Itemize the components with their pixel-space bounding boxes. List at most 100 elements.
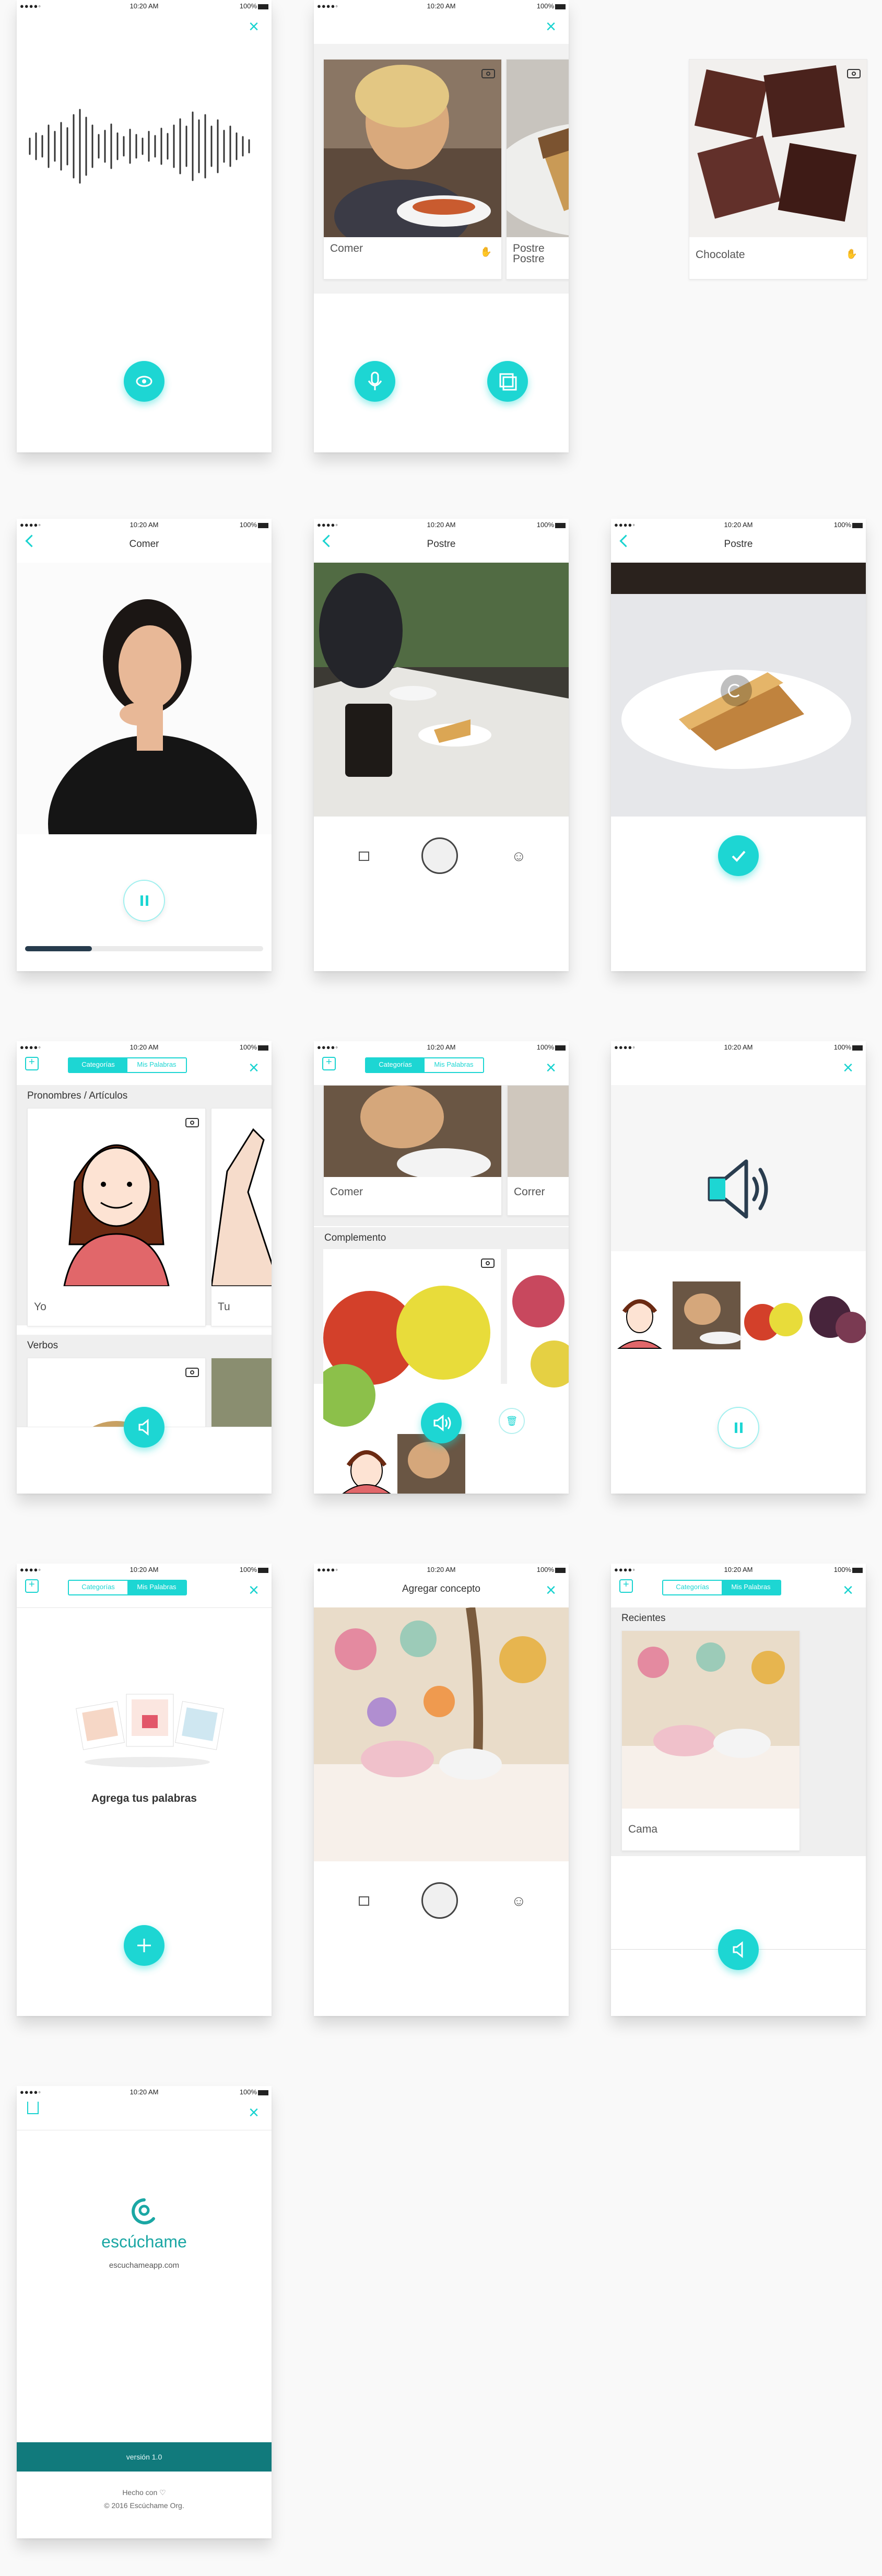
- shutter-button[interactable]: [421, 837, 458, 874]
- tab-categorias[interactable]: Categorías: [663, 1581, 722, 1594]
- card-image: [689, 60, 867, 237]
- camera-icon[interactable]: [847, 69, 861, 78]
- screen-categories: ●●●●◦10:20 AM100% Categorías Mis Palabra…: [17, 1041, 272, 1494]
- word-card-cama[interactable]: Cama: [621, 1630, 800, 1851]
- share-icon[interactable]: [27, 2102, 39, 2114]
- close-icon[interactable]: ×: [249, 1581, 259, 1599]
- close-icon[interactable]: ×: [249, 18, 259, 36]
- pause-icon: [735, 1423, 743, 1433]
- add-word-icon[interactable]: [619, 1579, 633, 1593]
- battery-indicator: 100%: [240, 2, 268, 10]
- card-image: [324, 60, 501, 237]
- card-label: Cama: [628, 1823, 658, 1835]
- card-label: Comer: [330, 242, 363, 254]
- apples-image: [323, 1249, 501, 1427]
- segmented-tabs[interactable]: Categorías Mis Palabras: [68, 1057, 187, 1073]
- sentence-strip: [611, 1280, 866, 1354]
- gallery-icon[interactable]: [359, 852, 369, 861]
- close-icon[interactable]: ×: [249, 1059, 259, 1077]
- tab-categorias[interactable]: Categorías: [69, 1058, 127, 1072]
- close-icon[interactable]: ×: [546, 1581, 556, 1599]
- speaker-icon: [708, 1159, 768, 1219]
- nav-title: Postre: [427, 539, 456, 550]
- waveform: [29, 109, 250, 184]
- add-word-icon[interactable]: [322, 1056, 336, 1070]
- card-label: Tu: [218, 1301, 230, 1313]
- tab-mis-palabras[interactable]: Mis Palabras: [127, 1581, 186, 1594]
- nav-title: Comer: [129, 539, 159, 550]
- segmented-tabs[interactable]: Categorías Mis Palabras: [68, 1580, 187, 1595]
- view-button[interactable]: [124, 361, 164, 402]
- rotate-icon[interactable]: [728, 684, 742, 697]
- word-card-yo[interactable]: Yo: [27, 1108, 206, 1326]
- segmented-tabs[interactable]: Categorías Mis Palabras: [365, 1057, 484, 1073]
- add-word-icon[interactable]: [25, 1056, 39, 1070]
- pause-button[interactable]: [718, 1407, 759, 1449]
- close-icon[interactable]: ×: [546, 1059, 556, 1077]
- add-button[interactable]: [124, 1925, 164, 1966]
- screen-word-grid: ●●●●◦ 10:20 AM 100% × Comer ✋ Postre Pos…: [314, 0, 569, 452]
- empty-state-illustration: [76, 1694, 224, 1767]
- screen-confirm-postre: ●●●●◦ 10:20 AM 100% Postre: [611, 519, 866, 971]
- tab-mis-palabras[interactable]: Mis Palabras: [425, 1058, 483, 1072]
- confirm-button[interactable]: [718, 835, 759, 876]
- gallery-button[interactable]: [487, 361, 528, 402]
- sign-video: [17, 563, 272, 834]
- version-bar: versión 1.0: [17, 2442, 272, 2472]
- trash-icon[interactable]: 🗑: [499, 1408, 525, 1434]
- close-icon[interactable]: ×: [249, 2104, 259, 2122]
- pause-button[interactable]: [123, 880, 165, 922]
- camera-icon[interactable]: [481, 1258, 495, 1268]
- word-card-comer[interactable]: Comer: [323, 1085, 502, 1216]
- card-image: [622, 1631, 799, 1809]
- word-card-tu[interactable]: Tu: [211, 1108, 272, 1326]
- mic-button[interactable]: [355, 361, 395, 402]
- screen-about: ●●●●◦ 10:20 AM 100% × escúchame escuchamea…: [17, 2086, 272, 2538]
- card-label: Chocolate: [696, 249, 745, 261]
- section-title: Recientes: [621, 1613, 666, 1624]
- word-card-comer[interactable]: Comer ✋: [323, 59, 502, 279]
- camera-icon[interactable]: [185, 1368, 199, 1377]
- word-card-chocolate[interactable]: Chocolate ✋: [689, 59, 867, 279]
- sentence-token-yo[interactable]: [333, 1434, 401, 1494]
- tab-categorias[interactable]: Categorías: [69, 1581, 127, 1594]
- section-title: Complemento: [324, 1232, 386, 1243]
- speak-button[interactable]: [718, 1929, 759, 1970]
- gallery-icon[interactable]: [359, 1896, 369, 1906]
- screen-recientes: ●●●●◦10:20 AM100% Categorías Mis Palabra…: [611, 1564, 866, 2016]
- speaker-icon: [733, 1941, 743, 1959]
- screen-add-concept: ●●●●◦ 10:20 AM 100% Agregar concepto × ☺: [314, 1564, 569, 2016]
- close-icon[interactable]: ×: [546, 18, 556, 36]
- screen-speaking: ●●●●◦ 10:20 AM 100% ×: [611, 1041, 866, 1494]
- progress-track[interactable]: [25, 946, 263, 951]
- close-icon[interactable]: ×: [843, 1581, 853, 1599]
- screen-video-comer: ●●●●◦ 10:20 AM 100% Comer: [17, 519, 272, 971]
- brand-name: escúchame: [101, 2232, 187, 2251]
- website-link[interactable]: escuchameapp.com: [17, 2261, 272, 2270]
- emoji-icon[interactable]: ☺: [511, 1893, 526, 1909]
- status-time: 10:20 AM: [130, 2, 159, 10]
- word-card-postre[interactable]: Postre Postre: [506, 59, 569, 279]
- tab-mis-palabras[interactable]: Mis Palabras: [722, 1581, 780, 1594]
- pictogram: [28, 1109, 205, 1286]
- camera-icon[interactable]: [481, 69, 495, 78]
- add-word-icon[interactable]: [25, 1579, 39, 1593]
- emoji-icon[interactable]: ☺: [511, 848, 526, 865]
- progress-fill: [25, 946, 92, 951]
- camera-icon[interactable]: [185, 1118, 199, 1127]
- segmented-tabs[interactable]: Categorías Mis Palabras: [662, 1580, 781, 1595]
- nav-title: Postre: [724, 539, 753, 550]
- fruit-image: [507, 1249, 569, 1427]
- status-bar: ●●●●◦ 10:20 AM 100%: [314, 0, 569, 11]
- word-card-correr[interactable]: Correr: [507, 1085, 569, 1216]
- camera-preview: [314, 1607, 569, 1861]
- shutter-button[interactable]: [421, 1882, 458, 1919]
- speak-button[interactable]: [124, 1407, 164, 1448]
- tab-categorias[interactable]: Categorías: [366, 1058, 425, 1072]
- made-with-text: Hecho con ♡: [122, 2488, 166, 2497]
- tab-mis-palabras[interactable]: Mis Palabras: [127, 1058, 186, 1072]
- nav-title: Agregar concepto: [402, 1583, 480, 1594]
- speak-button[interactable]: [421, 1403, 462, 1443]
- card-image: [507, 60, 569, 237]
- close-icon[interactable]: ×: [843, 1059, 853, 1077]
